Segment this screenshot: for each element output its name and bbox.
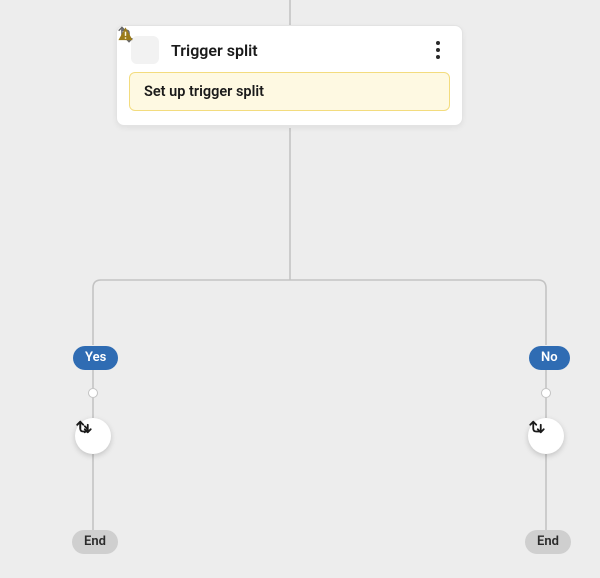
split-arrows-icon xyxy=(131,36,159,64)
action-arrows-icon xyxy=(528,418,546,436)
flow-canvas: Trigger split Set up trigger split Yes xyxy=(0,0,600,578)
branch-pill-no: No xyxy=(529,346,570,370)
action-arrows-icon xyxy=(75,418,93,436)
branch-pill-yes: Yes xyxy=(73,346,118,370)
add-action-button-no[interactable] xyxy=(528,418,564,454)
setup-alert-text: Set up trigger split xyxy=(144,83,264,100)
end-node-yes: End xyxy=(72,530,118,554)
card-header: Trigger split xyxy=(117,26,462,72)
branch-node-yes[interactable] xyxy=(88,388,98,398)
branch-node-no[interactable] xyxy=(541,388,551,398)
trigger-split-card[interactable]: Trigger split Set up trigger split xyxy=(116,25,463,126)
setup-alert[interactable]: Set up trigger split xyxy=(129,72,450,111)
card-title: Trigger split xyxy=(171,41,428,60)
warning-icon xyxy=(117,26,134,43)
kebab-menu-button[interactable] xyxy=(428,38,448,62)
add-action-button-yes[interactable] xyxy=(75,418,111,454)
end-node-no: End xyxy=(525,530,571,554)
